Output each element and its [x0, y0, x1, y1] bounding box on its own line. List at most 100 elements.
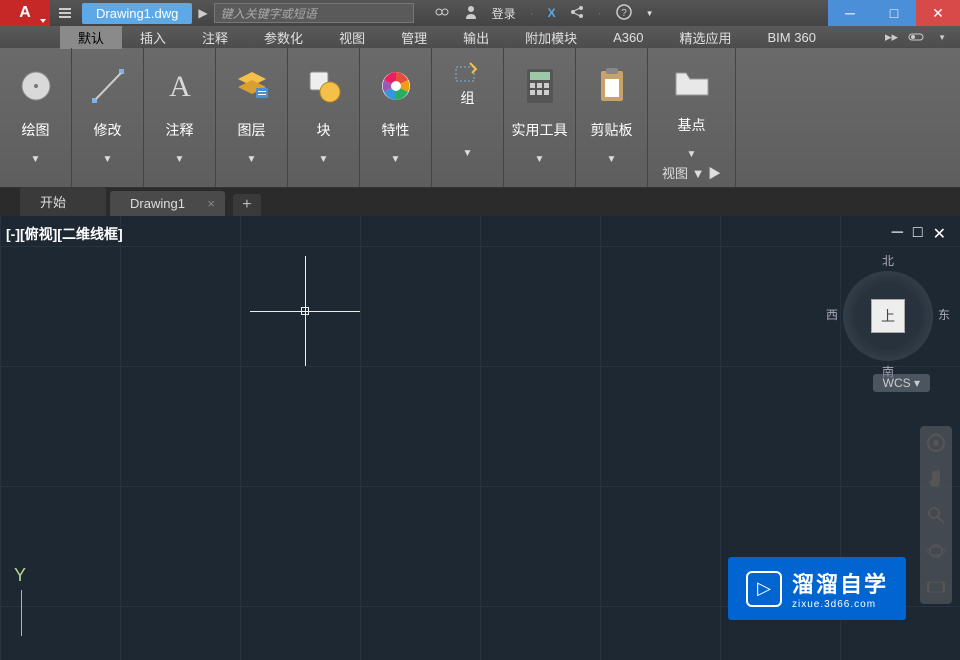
- user-icon[interactable]: [464, 5, 478, 22]
- viewcube[interactable]: 上 北 南 东 西: [828, 256, 948, 376]
- chevron-down-icon[interactable]: ▼: [247, 154, 257, 165]
- panel-clipboard[interactable]: 剪贴板 ▼: [576, 48, 648, 187]
- text-icon: A: [160, 58, 200, 114]
- svg-text:?: ?: [621, 8, 627, 19]
- folder-icon: [674, 58, 710, 109]
- ribbon-collapse-icon[interactable]: [908, 30, 928, 45]
- calculator-icon: [523, 58, 557, 114]
- tab-parametric[interactable]: 参数化: [246, 26, 321, 49]
- viewcube-east[interactable]: 东: [938, 306, 950, 323]
- chevron-down-icon[interactable]: ▼: [535, 154, 545, 165]
- panel-layers[interactable]: 图层 ▼: [216, 48, 288, 187]
- chevron-down-icon[interactable]: ▼: [103, 154, 113, 165]
- tab-addons[interactable]: 附加模块: [507, 26, 595, 49]
- orbit-icon[interactable]: [925, 540, 947, 562]
- qat-menu-icon[interactable]: [54, 2, 76, 24]
- separator: ·: [598, 6, 602, 20]
- block-icon: [304, 58, 344, 114]
- pan-icon[interactable]: [925, 468, 947, 490]
- tab-annotate[interactable]: 注释: [184, 26, 246, 49]
- viewport-maximize-icon[interactable]: □: [913, 224, 923, 244]
- viewcube-ring[interactable]: 上: [843, 271, 933, 361]
- close-icon[interactable]: ×: [207, 196, 215, 211]
- separator: ·: [530, 6, 534, 20]
- panel-label: 图层: [238, 120, 266, 140]
- panel-group[interactable]: 组 ▼: [432, 48, 504, 187]
- ucs-y-axis: [21, 590, 22, 636]
- viewport-controls: ─ □ ✕: [892, 224, 946, 244]
- help-icon[interactable]: ?: [616, 4, 632, 23]
- clipboard-icon: [595, 58, 629, 114]
- steering-wheel-icon[interactable]: [925, 432, 947, 454]
- exchange-icon[interactable]: X: [548, 6, 556, 20]
- viewcube-west[interactable]: 西: [826, 306, 838, 323]
- viewport-close-icon[interactable]: ✕: [933, 224, 946, 244]
- start-tab[interactable]: 开始: [20, 187, 106, 216]
- tab-output[interactable]: 输出: [445, 26, 507, 49]
- tab-a360[interactable]: A360: [595, 28, 661, 47]
- share-icon[interactable]: [570, 5, 584, 22]
- circle-icon: [16, 58, 56, 114]
- titlebar-right: 登录 · X · ? ▼: [434, 4, 654, 23]
- panel-utilities[interactable]: 实用工具 ▼: [504, 48, 576, 187]
- layers-icon: [232, 58, 272, 114]
- chevron-down-icon[interactable]: ▼: [607, 154, 617, 165]
- showmotion-icon[interactable]: [925, 576, 947, 598]
- login-label[interactable]: 登录: [492, 5, 516, 22]
- tab-bim360[interactable]: BIM 360: [750, 28, 834, 47]
- panel-label: 基点: [678, 115, 706, 135]
- qat-dropdown-icon[interactable]: ▶: [198, 6, 207, 20]
- help-dropdown-icon[interactable]: ▼: [646, 9, 654, 18]
- chevron-down-icon[interactable]: ▼: [391, 154, 401, 165]
- ribbon: 绘图 ▼ 修改 ▼ A 注释 ▼ 图层 ▼ 块 ▼ 特性 ▼: [0, 48, 960, 188]
- panel-draw[interactable]: 绘图 ▼: [0, 48, 72, 187]
- chevron-down-icon[interactable]: ▼: [31, 154, 41, 165]
- add-tab-button[interactable]: +: [233, 194, 261, 216]
- search-input[interactable]: 键入关键字或短语: [214, 3, 414, 23]
- tab-insert[interactable]: 插入: [122, 26, 184, 49]
- panel-modify[interactable]: 修改 ▼: [72, 48, 144, 187]
- crosshair-pickbox: [301, 307, 309, 315]
- viewport-minimize-icon[interactable]: ─: [892, 224, 903, 244]
- panel-basepoint[interactable]: 基点 ▼ 视图 ▼ ▶: [648, 48, 736, 187]
- chevron-down-icon[interactable]: ▼: [687, 149, 697, 160]
- panel-label: 注释: [166, 120, 194, 140]
- drawing-tab[interactable]: Drawing1 ×: [110, 191, 225, 216]
- search-icon[interactable]: [434, 5, 450, 22]
- viewcube-north[interactable]: 北: [882, 252, 894, 269]
- tab-view[interactable]: 视图: [321, 26, 383, 49]
- chevron-down-icon[interactable]: ▼: [463, 148, 473, 159]
- panel-footer-label[interactable]: 视图 ▼ ▶: [662, 160, 721, 185]
- chevron-down-icon[interactable]: ▼: [175, 154, 185, 165]
- panel-label: 绘图: [22, 120, 50, 140]
- tab-default[interactable]: 默认: [60, 26, 122, 49]
- zoom-icon[interactable]: [925, 504, 947, 526]
- play-icon: ▷: [746, 571, 782, 607]
- line-icon: [88, 58, 128, 114]
- svg-text:A: A: [169, 70, 191, 103]
- tab-manage[interactable]: 管理: [383, 26, 445, 49]
- tabs-overflow-icon[interactable]: ▸▸: [885, 29, 898, 45]
- drawing-canvas[interactable]: [-][俯视][二维线框] Y ─ □ ✕ 上 北 南 东 西 WCS ▾: [0, 216, 960, 660]
- panel-label: 块: [317, 120, 331, 140]
- title-bar: A Drawing1.dwg ▶ 键入关键字或短语 登录 · X · ? ▼ ─…: [0, 0, 960, 26]
- panel-label: 特性: [382, 120, 410, 140]
- panel-label: 实用工具: [512, 120, 568, 140]
- color-wheel-icon: [376, 58, 416, 114]
- chevron-down-icon[interactable]: ▼: [319, 154, 329, 165]
- maximize-button[interactable]: □: [872, 0, 916, 26]
- document-tabs: 开始 Drawing1 × +: [0, 188, 960, 216]
- panel-annotate[interactable]: A 注释 ▼: [144, 48, 216, 187]
- app-logo[interactable]: A: [0, 0, 50, 26]
- watermark: ▷ 溜溜自学 zixue.3d66.com: [728, 557, 906, 620]
- panel-properties[interactable]: 特性 ▼: [360, 48, 432, 187]
- minimize-button[interactable]: ─: [828, 0, 872, 26]
- viewcube-top-face[interactable]: 上: [871, 299, 905, 333]
- close-button[interactable]: ✕: [916, 0, 960, 26]
- wcs-badge[interactable]: WCS ▾: [873, 374, 930, 392]
- viewport-label[interactable]: [-][俯视][二维线框]: [6, 224, 123, 244]
- tab-featured[interactable]: 精选应用: [662, 26, 750, 49]
- panel-block[interactable]: 块 ▼: [288, 48, 360, 187]
- ribbon-dropdown-icon[interactable]: ▼: [938, 33, 946, 42]
- active-document-tab[interactable]: Drawing1.dwg: [82, 3, 192, 24]
